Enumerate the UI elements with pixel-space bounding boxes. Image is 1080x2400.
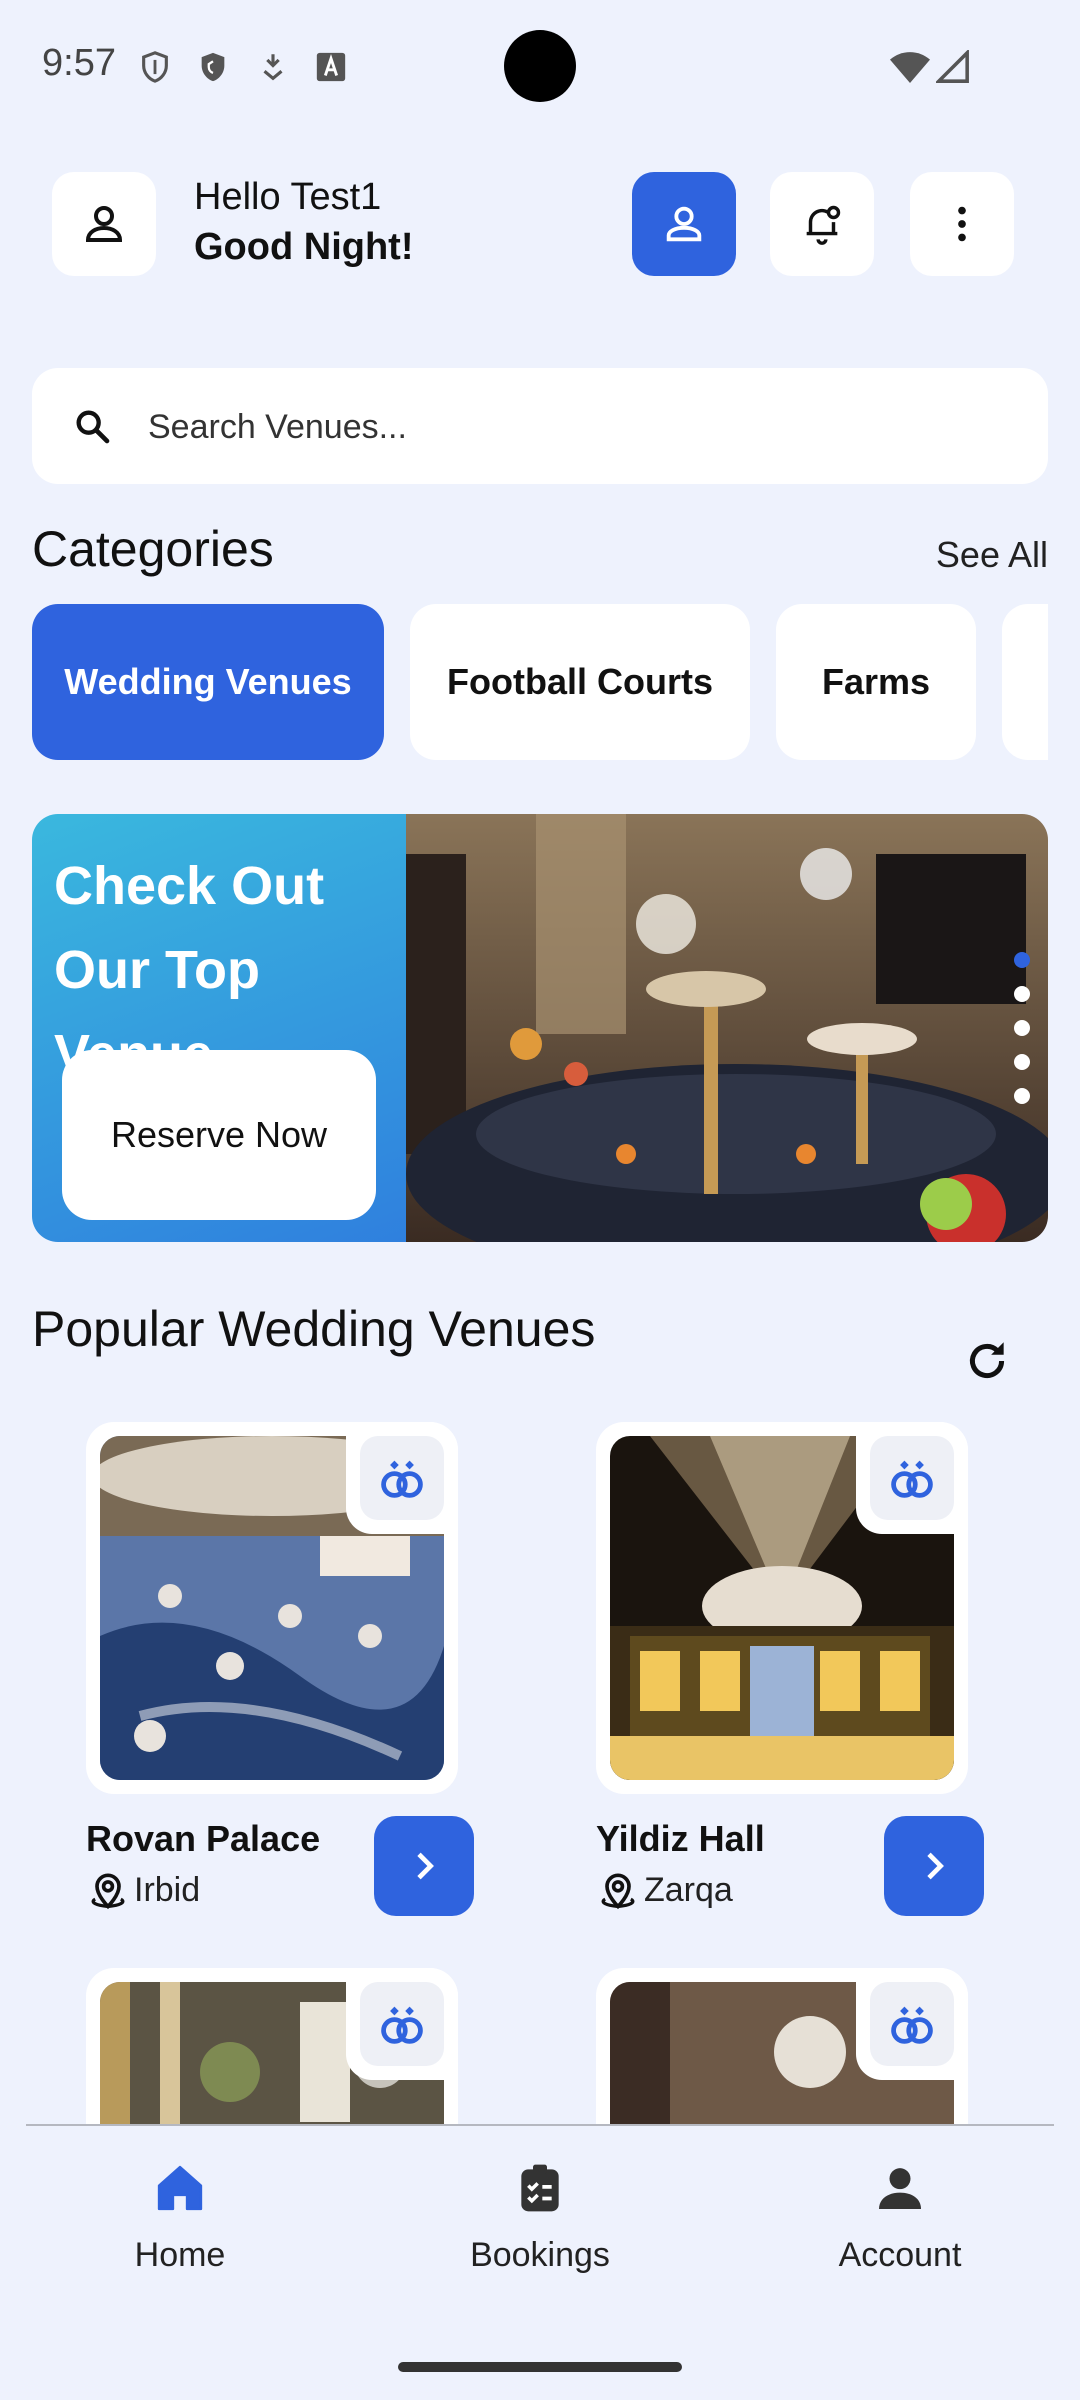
rings-icon xyxy=(891,1460,933,1498)
greeting-subtitle: Good Night! xyxy=(194,226,414,268)
venue-card-yildiz-hall[interactable] xyxy=(596,1422,968,1794)
user-badge-icon xyxy=(666,206,702,242)
more-vertical-icon xyxy=(958,206,966,242)
person-outline-icon xyxy=(85,206,123,242)
banner-pagination xyxy=(1014,952,1034,1104)
category-chip-partial[interactable] xyxy=(1002,604,1048,760)
rings-icon xyxy=(381,1460,423,1498)
category-chip-wedding-venues[interactable]: Wedding Venues xyxy=(32,604,384,760)
popular-title: Popular Wedding Venues xyxy=(32,1301,596,1357)
profile-badge-button[interactable] xyxy=(632,172,736,276)
rings-icon xyxy=(381,2006,423,2044)
search-bar[interactable] xyxy=(32,368,1048,484)
venue-card-rovan-palace[interactable] xyxy=(86,1422,458,1794)
search-input[interactable] xyxy=(146,396,1010,458)
map-pin-icon xyxy=(601,1873,635,1910)
font-a-icon xyxy=(316,52,346,82)
search-icon xyxy=(76,410,110,444)
nav-home[interactable]: Home xyxy=(30,2160,330,2275)
favorite-badge[interactable] xyxy=(856,1422,968,1534)
venue-open-button[interactable] xyxy=(884,1816,984,1916)
wifi-icon xyxy=(890,52,930,83)
chevron-right-icon xyxy=(417,1852,434,1880)
clipboard-list-icon xyxy=(521,2164,559,2212)
cell-signal-icon xyxy=(936,50,969,83)
reserve-now-button[interactable]: Reserve Now xyxy=(62,1050,376,1220)
see-all-link[interactable]: See All xyxy=(936,534,1048,576)
more-options-button[interactable] xyxy=(910,172,1014,276)
camera-cutout xyxy=(504,30,576,102)
venue-location: Zarqa xyxy=(596,1868,733,1912)
nav-account-label: Account xyxy=(838,2236,962,2274)
banner-gradient-panel: Check Out Our Top Venue Reserve Now xyxy=(32,814,406,1242)
banner-page-dot[interactable] xyxy=(1014,952,1030,968)
home-icon xyxy=(157,2165,203,2211)
bottom-nav-divider xyxy=(26,2124,1054,2126)
favorite-badge[interactable] xyxy=(856,1968,968,2080)
status-time: 9:57 xyxy=(42,42,116,84)
nav-bookings-label: Bookings xyxy=(470,2236,610,2274)
bell-icon xyxy=(806,205,841,245)
download-arrow-icon xyxy=(263,54,283,81)
favorite-badge[interactable] xyxy=(346,1422,458,1534)
venue-location-text: Zarqa xyxy=(644,1870,733,1909)
banner-venue-image xyxy=(406,814,1048,1242)
shield-filled-icon xyxy=(201,52,225,82)
shield-outline-icon xyxy=(142,51,168,83)
venue-name: Rovan Palace xyxy=(86,1818,321,1859)
categories-title: Categories xyxy=(32,521,274,577)
greeting-text: Hello Test1 xyxy=(194,176,382,218)
rings-icon xyxy=(891,2006,933,2044)
chevron-right-icon xyxy=(927,1852,944,1880)
banner-page-dot[interactable] xyxy=(1014,1054,1030,1070)
venue-name: Yildiz Hall xyxy=(596,1818,765,1859)
category-chip-farms[interactable]: Farms xyxy=(776,604,976,760)
banner-page-dot[interactable] xyxy=(1014,1020,1030,1036)
nav-account[interactable]: Account xyxy=(750,2160,1050,2275)
venue-open-button[interactable] xyxy=(374,1816,474,1916)
favorite-badge[interactable] xyxy=(346,1968,458,2080)
home-indicator[interactable] xyxy=(398,2362,682,2372)
nav-home-label: Home xyxy=(134,2236,226,2274)
top-venue-banner[interactable]: Check Out Our Top Venue Reserve Now xyxy=(32,814,1048,1242)
avatar[interactable] xyxy=(52,172,156,276)
category-chip-football-courts[interactable]: Football Courts xyxy=(410,604,750,760)
notifications-button[interactable] xyxy=(770,172,874,276)
nav-bookings[interactable]: Bookings xyxy=(390,2160,690,2275)
venue-location: Irbid xyxy=(86,1868,200,1912)
person-icon xyxy=(879,2168,921,2209)
map-pin-icon xyxy=(91,1873,125,1910)
banner-page-dot[interactable] xyxy=(1014,986,1030,1002)
banner-page-dot[interactable] xyxy=(1014,1088,1030,1104)
venue-location-text: Irbid xyxy=(134,1870,201,1909)
refresh-icon[interactable] xyxy=(962,1336,1012,1386)
